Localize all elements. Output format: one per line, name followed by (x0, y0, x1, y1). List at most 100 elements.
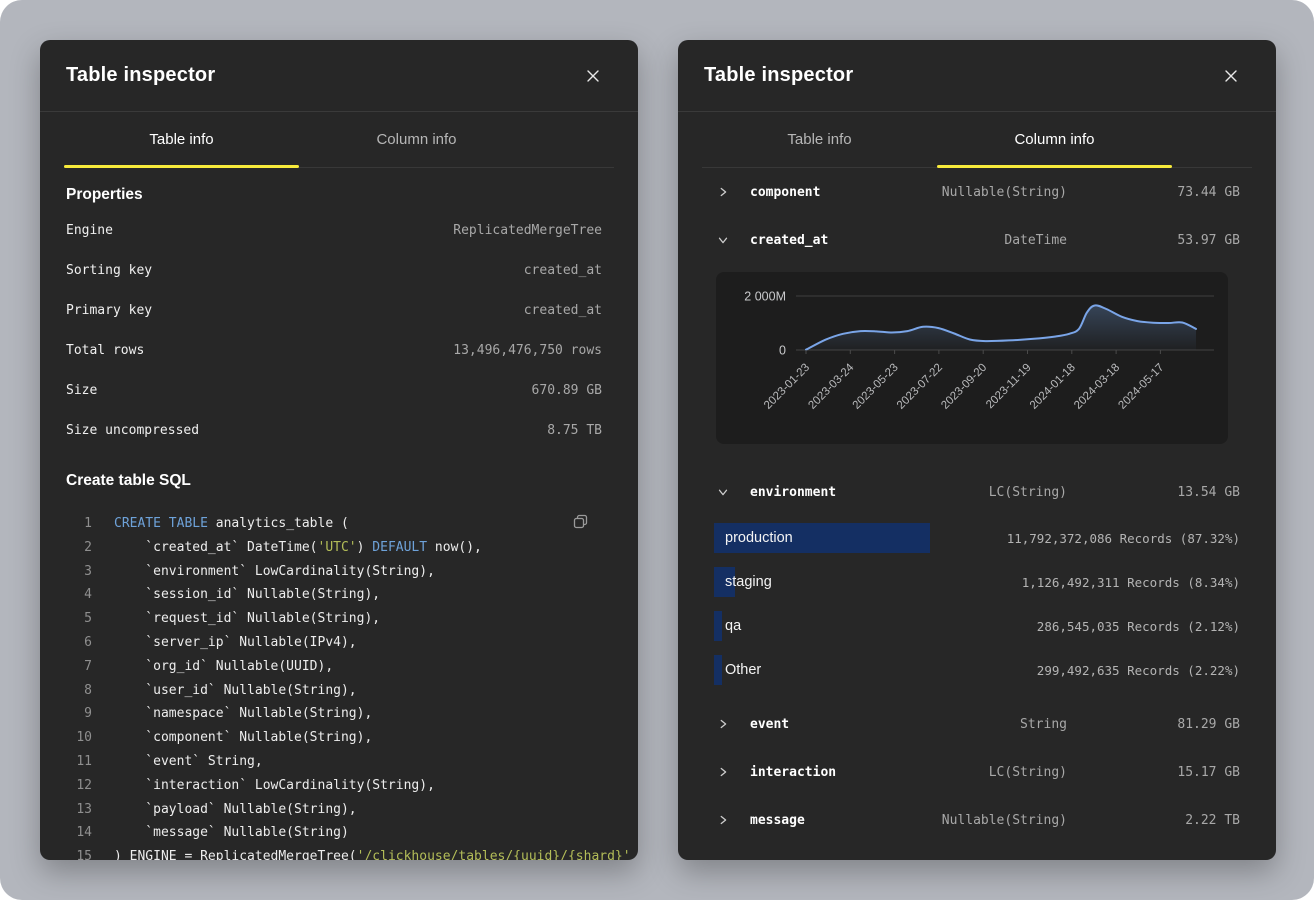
column-type: Nullable(String) (942, 813, 1067, 828)
environment-value-row: staging1,126,492,311 Records (8.34%) (704, 560, 1240, 604)
tab-column-info[interactable]: Column info (299, 112, 534, 167)
chevron-down-icon[interactable] (716, 233, 740, 247)
property-label: Primary key (66, 303, 152, 318)
chevron-right-icon[interactable] (716, 717, 740, 731)
dialog-header: Table inspector (678, 40, 1276, 112)
column-row-event[interactable]: eventString81.29 GB (704, 700, 1240, 748)
chevron-right-icon[interactable] (716, 185, 740, 199)
property-label: Engine (66, 223, 113, 238)
svg-text:2023-11-19: 2023-11-19 (984, 362, 1033, 411)
column-size: 73.44 GB (1067, 185, 1240, 200)
properties-heading: Properties (66, 186, 602, 204)
close-icon[interactable] (584, 67, 602, 85)
line-number: 7 (66, 655, 92, 679)
close-icon[interactable] (1222, 67, 1240, 85)
property-label: Size (66, 383, 97, 398)
column-size: 2.22 TB (1067, 813, 1240, 828)
sql-code-line: 2 `created_at` DateTime('UTC') DEFAULT n… (66, 536, 602, 560)
sql-text: `created_at` DateTime('UTC') DEFAULT now… (114, 536, 482, 560)
property-value: created_at (524, 303, 602, 318)
column-type: String (1020, 717, 1067, 732)
sql-text: `payload` Nullable(String), (114, 798, 357, 822)
sql-text: `request_id` Nullable(String), (114, 607, 380, 631)
svg-text:2024-05-17: 2024-05-17 (1116, 362, 1166, 412)
column-size: 53.97 GB (1067, 233, 1240, 248)
sql-code-line: 14 `message` Nullable(String) (66, 821, 602, 845)
sql-code-line: 11 `event` String, (66, 750, 602, 774)
column-type: DateTime (1004, 233, 1067, 248)
environment-value-row: Other 299,492,635 Records (2.22%) (704, 648, 1240, 692)
column-row-message[interactable]: message Nullable(String)2.22 TB (704, 796, 1240, 844)
column-name: interaction (750, 765, 836, 780)
line-number: 9 (66, 702, 92, 726)
sql-code-line: 9 `namespace` Nullable(String), (66, 702, 602, 726)
property-value: ReplicatedMergeTree (453, 223, 602, 238)
sql-code-line: 15) ENGINE = ReplicatedMergeTree('/click… (66, 845, 602, 860)
copy-icon[interactable] (571, 512, 590, 536)
column-info-content: componentNullable(String)73.44 GBcreated… (678, 168, 1276, 844)
sql-code-line: 1CREATE TABLE analytics_table ( (66, 512, 602, 536)
sql-text: `interaction` LowCardinality(String), (114, 774, 435, 798)
chevron-down-icon[interactable] (716, 485, 740, 499)
dialog-title: Table inspector (66, 64, 215, 87)
table-inspector-dialog-column-info: Table inspector Table infoColumn info co… (678, 40, 1276, 860)
sql-text: ) ENGINE = ReplicatedMergeTree('/clickho… (114, 845, 631, 860)
line-number: 10 (66, 726, 92, 750)
sql-text: CREATE TABLE analytics_table ( (114, 512, 349, 536)
properties-list: Engine ReplicatedMergeTree Sorting key crea… (66, 210, 602, 450)
property-value: 13,496,476,750 rows (453, 343, 602, 358)
line-number: 13 (66, 798, 92, 822)
column-row-component[interactable]: component Nullable(String)73.44 GB (704, 168, 1240, 216)
property-value: created_at (524, 263, 602, 278)
environment-value-label: production (725, 530, 793, 546)
property-row: Engine ReplicatedMergeTree (66, 210, 602, 250)
sql-text: `message` Nullable(String) (114, 821, 349, 845)
sql-text: `server_ip` Nullable(IPv4), (114, 631, 357, 655)
column-type: LC(String) (989, 485, 1067, 500)
environment-value-label: Other (725, 662, 761, 678)
property-row: Primary key created_at (66, 290, 602, 330)
chevron-right-icon[interactable] (716, 813, 740, 827)
svg-text:2023-03-24: 2023-03-24 (806, 361, 857, 412)
environment-values-list: production 11,792,372,086 Records (87.32%… (704, 516, 1240, 692)
column-name: component (750, 185, 820, 200)
line-number: 8 (66, 679, 92, 703)
property-label: Total rows (66, 343, 144, 358)
property-row: Size uncompressed8.75 TB (66, 410, 602, 450)
column-name: message (750, 813, 805, 828)
environment-value-bar (714, 611, 722, 641)
sql-code-line: 10 `component` Nullable(String), (66, 726, 602, 750)
svg-text:2023-07-22: 2023-07-22 (895, 362, 945, 412)
sql-text: `namespace` Nullable(String), (114, 702, 372, 726)
column-name: environment (750, 485, 836, 500)
line-number: 6 (66, 631, 92, 655)
environment-value-label: qa (725, 618, 741, 634)
column-name: event (750, 717, 789, 732)
column-type: Nullable(String) (942, 185, 1067, 200)
environment-value-row: qa286,545,035 Records (2.12%) (704, 604, 1240, 648)
sql-text: `session_id` Nullable(String), (114, 583, 380, 607)
sql-text: `environment` LowCardinality(String), (114, 560, 435, 584)
column-row-created_at[interactable]: created_atDateTime53.97 GB (704, 216, 1240, 264)
environment-value-records: 299,492,635 Records (2.22%) (1037, 663, 1240, 678)
tab-table-info[interactable]: Table info (702, 112, 937, 167)
column-row-environment[interactable]: environmentLC(String)13.54 GB (704, 468, 1240, 516)
property-label: Size uncompressed (66, 423, 199, 438)
environment-value-records: 11,792,372,086 Records (87.32%) (1007, 531, 1240, 546)
chevron-right-icon[interactable] (716, 765, 740, 779)
svg-text:2 000M: 2 000M (744, 290, 786, 304)
tab-table-info[interactable]: Table info (64, 112, 299, 167)
sql-text: `component` Nullable(String), (114, 726, 372, 750)
sql-code-line: 6 `server_ip` Nullable(IPv4), (66, 631, 602, 655)
environment-value-records: 1,126,492,311 Records (8.34%) (1022, 575, 1240, 590)
table-inspector-dialog-table-info: Table inspector Table infoColumn info Pr… (40, 40, 638, 860)
property-label: Sorting key (66, 263, 152, 278)
sql-lines: 1CREATE TABLE analytics_table (2 `create… (66, 512, 602, 860)
dialog-title: Table inspector (704, 64, 853, 87)
environment-value-row: production 11,792,372,086 Records (87.32%… (704, 516, 1240, 560)
column-row-interaction[interactable]: interactionLC(String)15.17 GB (704, 748, 1240, 796)
sql-text: `org_id` Nullable(UUID), (114, 655, 333, 679)
sql-code-line: 4 `session_id` Nullable(String), (66, 583, 602, 607)
property-row: Sorting key created_at (66, 250, 602, 290)
tab-column-info[interactable]: Column info (937, 112, 1172, 167)
